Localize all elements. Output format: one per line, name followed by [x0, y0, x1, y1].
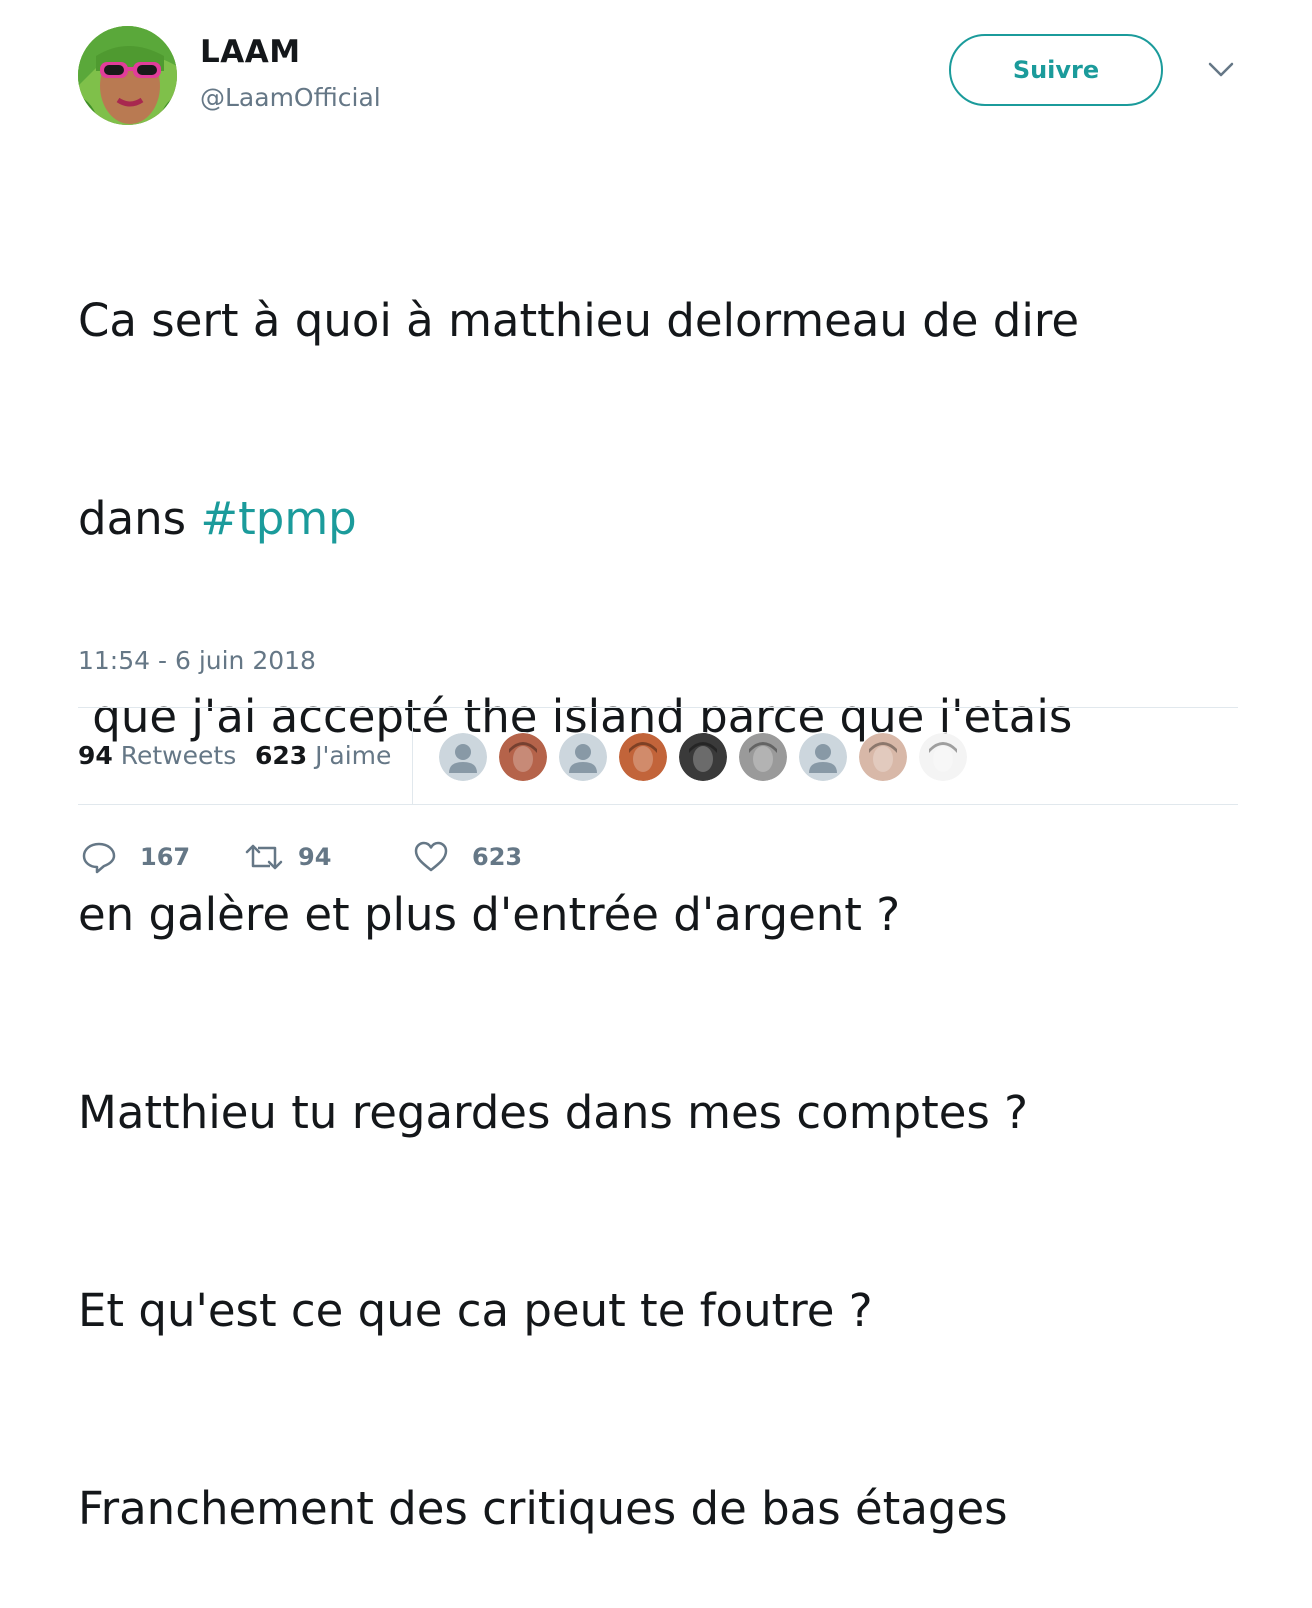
default-avatar-icon	[439, 733, 487, 781]
retweet-icon	[245, 844, 283, 870]
follow-button[interactable]: Suivre	[949, 34, 1163, 106]
tweet-line: dans #tpmp	[78, 492, 357, 545]
tweet-line: en galère et plus d'entrée d'argent ?	[78, 888, 901, 941]
author-avatar[interactable]	[78, 26, 177, 125]
default-avatar-icon	[559, 733, 607, 781]
likes-count: 623	[255, 741, 308, 770]
liker-avatar[interactable]	[618, 732, 668, 782]
reply-icon	[82, 842, 116, 874]
stats-divider	[412, 708, 413, 804]
avatar-photo-icon	[919, 733, 967, 781]
like-button[interactable]: 623	[412, 832, 522, 882]
stats-bar: 94 Retweets 623 J'aime	[78, 707, 1238, 805]
liker-avatar[interactable]	[798, 732, 848, 782]
tweet-line: Matthieu tu regardes dans mes comptes ?	[78, 1086, 1029, 1139]
author-name[interactable]: LAAM	[200, 34, 301, 70]
author-handle[interactable]: @LaamOfficial	[200, 83, 381, 112]
liker-avatar[interactable]	[918, 732, 968, 782]
liker-avatar[interactable]	[738, 732, 788, 782]
tweet-actions: 167 94 623	[78, 832, 778, 882]
liker-avatar[interactable]	[678, 732, 728, 782]
tweet-line: Franchement des critiques de bas étages	[78, 1482, 1008, 1535]
retweets-count: 94	[78, 741, 113, 770]
reply-button[interactable]: 167	[80, 832, 190, 882]
likes-label: J'aime	[315, 741, 392, 770]
retweet-count: 94	[298, 843, 332, 871]
tweet-line: Ca sert à quoi à matthieu delormeau de d…	[78, 294, 1080, 347]
tweet-header: LAAM @LaamOfficial Suivre	[78, 26, 1238, 126]
hashtag-link[interactable]: #tpmp	[200, 492, 356, 545]
retweets-stat[interactable]: 94 Retweets	[78, 741, 236, 770]
avatar-photo-icon	[739, 733, 787, 781]
liker-avatar[interactable]	[558, 732, 608, 782]
avatar-photo-icon	[859, 733, 907, 781]
default-avatar-icon	[799, 733, 847, 781]
retweets-label: Retweets	[120, 741, 237, 770]
likes-stat[interactable]: 623 J'aime	[255, 741, 391, 770]
reply-count: 167	[140, 843, 191, 871]
avatar-photo-icon	[619, 733, 667, 781]
heart-icon	[414, 841, 448, 872]
tweet-timestamp[interactable]: 11:54 - 6 juin 2018	[78, 646, 316, 675]
retweet-button[interactable]: 94	[244, 832, 331, 882]
chevron-down-icon[interactable]	[1208, 62, 1234, 78]
liker-avatar[interactable]	[498, 732, 548, 782]
like-count: 623	[472, 843, 523, 871]
liker-avatar[interactable]	[858, 732, 908, 782]
avatar-photo-icon	[499, 733, 547, 781]
tweet-text: Ca sert à quoi à matthieu delormeau de d…	[78, 156, 1228, 1608]
avatar-photo-icon	[679, 733, 727, 781]
liker-avatar[interactable]	[438, 732, 488, 782]
tweet-line: Et qu'est ce que ca peut te foutre ?	[78, 1284, 873, 1337]
avatar-photo-icon	[78, 26, 177, 125]
